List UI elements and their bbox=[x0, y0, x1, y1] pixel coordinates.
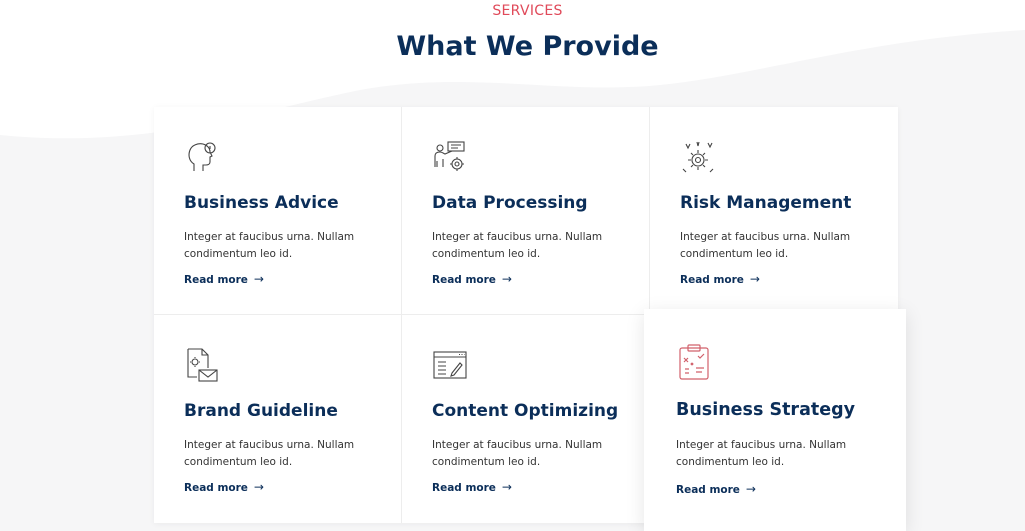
arrow-right-icon: → bbox=[253, 272, 264, 286]
service-title: Data Processing bbox=[432, 193, 588, 213]
service-description: Integer at faucibus urna. Nullam condime… bbox=[184, 439, 355, 468]
gear-risk-icon bbox=[682, 141, 714, 173]
service-title: Content Optimizing bbox=[432, 401, 619, 421]
read-more-link[interactable]: Read more → bbox=[184, 480, 264, 494]
service-description: Integer at faucibus urna. Nullam condime… bbox=[432, 231, 603, 260]
service-description: Integer at faucibus urna. Nullam condime… bbox=[676, 439, 847, 468]
read-more-label: Read more bbox=[680, 274, 744, 286]
read-more-link[interactable]: Read more → bbox=[432, 272, 512, 286]
arrow-right-icon: → bbox=[253, 480, 264, 494]
arrow-right-icon: → bbox=[749, 272, 760, 286]
read-more-link[interactable]: Read more → bbox=[432, 480, 512, 494]
services-grid: Business Advice Integer at faucibus urna… bbox=[154, 107, 906, 531]
service-card-content-optimizing: Content Optimizing Integer at faucibus u… bbox=[402, 315, 650, 523]
service-description: Integer at faucibus urna. Nullam condime… bbox=[432, 439, 603, 468]
service-card-business-strategy: Business Strategy Integer at faucibus ur… bbox=[644, 309, 906, 531]
service-description: Integer at faucibus urna. Nullam condime… bbox=[680, 231, 851, 260]
service-title: Brand Guideline bbox=[184, 401, 338, 421]
read-more-link[interactable]: Read more → bbox=[676, 482, 756, 496]
document-mail-icon bbox=[187, 348, 218, 382]
service-title: Business Strategy bbox=[676, 400, 856, 420]
read-more-label: Read more bbox=[432, 482, 496, 494]
read-more-label: Read more bbox=[676, 484, 740, 496]
arrow-right-icon: → bbox=[501, 480, 512, 494]
service-description: Integer at faucibus urna. Nullam condime… bbox=[184, 231, 355, 260]
read-more-link[interactable]: Read more → bbox=[184, 272, 264, 286]
section-eyebrow: SERVICES bbox=[492, 3, 563, 19]
service-card-risk-management: Risk Management Integer at faucibus urna… bbox=[650, 107, 898, 315]
service-card-brand-guideline: Brand Guideline Integer at faucibus urna… bbox=[154, 315, 402, 523]
arrow-right-icon: → bbox=[501, 272, 512, 286]
section-title: What We Provide bbox=[396, 31, 659, 62]
read-more-label: Read more bbox=[184, 274, 248, 286]
browser-edit-icon bbox=[433, 351, 467, 379]
service-card-business-advice: Business Advice Integer at faucibus urna… bbox=[154, 107, 402, 315]
head-idea-icon bbox=[188, 142, 216, 171]
read-more-label: Read more bbox=[432, 274, 496, 286]
read-more-link[interactable]: Read more → bbox=[680, 272, 760, 286]
clipboard-strategy-icon bbox=[679, 344, 709, 380]
service-title: Business Advice bbox=[184, 193, 339, 213]
service-title: Risk Management bbox=[680, 193, 852, 213]
read-more-label: Read more bbox=[184, 482, 248, 494]
presenter-data-icon bbox=[434, 141, 465, 171]
arrow-right-icon: → bbox=[745, 482, 756, 496]
service-card-data-processing: Data Processing Integer at faucibus urna… bbox=[402, 107, 650, 315]
